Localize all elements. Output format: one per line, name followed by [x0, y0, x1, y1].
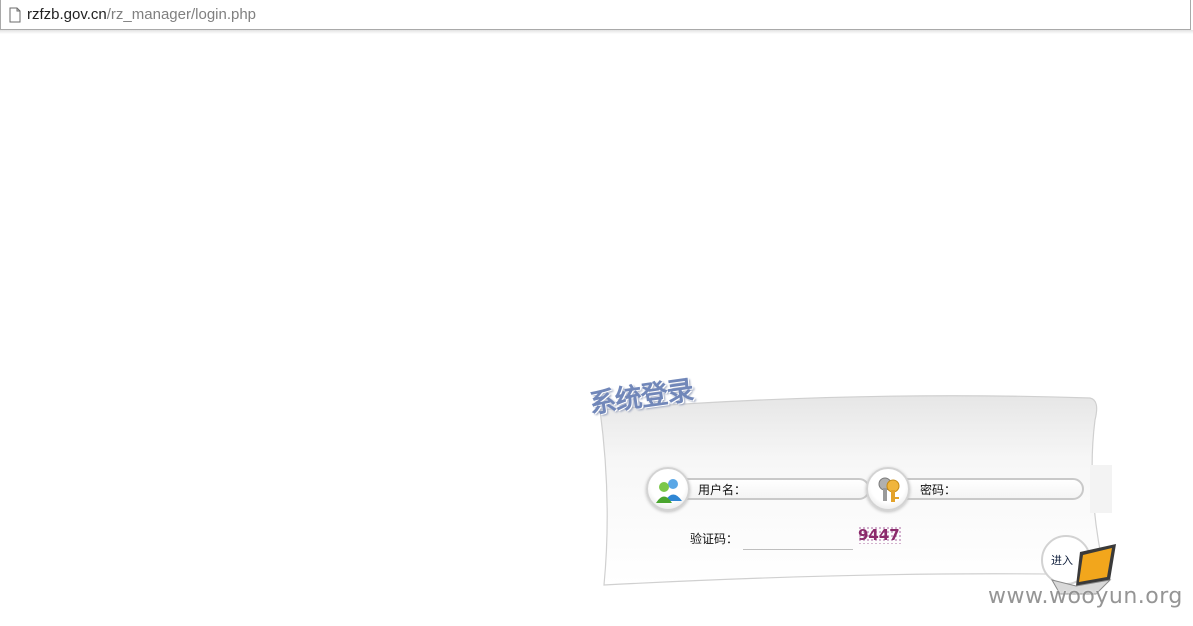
captcha-image[interactable]: 9447: [858, 526, 902, 544]
login-panel: 系统登录 用户名： 密码： 验证码： 9447 进入: [588, 375, 1120, 595]
password-input[interactable]: [960, 481, 1076, 497]
url-host: rzfzb.gov.cn: [27, 6, 107, 23]
toolbar-shadow: [0, 30, 1193, 34]
enter-label: 进入: [1051, 554, 1073, 567]
url-text[interactable]: rzfzb.gov.cn/rz_manager/login.php: [27, 6, 256, 24]
captcha-input[interactable]: [744, 530, 852, 546]
password-label: 密码：: [920, 483, 957, 497]
watermark: www.wooyun.org: [988, 584, 1183, 609]
captcha-underline: [743, 549, 853, 550]
username-input[interactable]: [750, 481, 862, 497]
username-label: 用户名：: [698, 483, 747, 497]
captcha-label: 验证码：: [690, 532, 739, 546]
url-path: /rz_manager/login.php: [106, 6, 257, 23]
document-icon: [9, 7, 21, 23]
keys-icon: [866, 467, 910, 511]
address-bar[interactable]: rzfzb.gov.cn/rz_manager/login.php: [0, 0, 1191, 30]
users-icon: [646, 467, 690, 511]
